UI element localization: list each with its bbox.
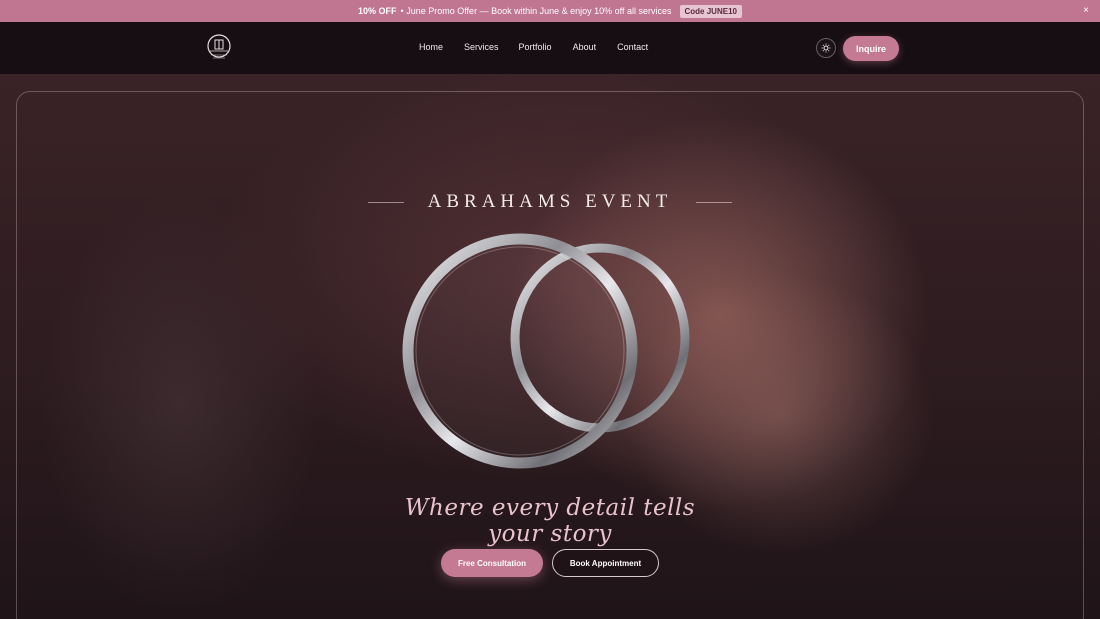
close-icon[interactable]: × — [1083, 5, 1089, 16]
promo-bar: 10% OFF • June Promo Offer — Book within… — [0, 0, 1100, 22]
hero-heading: ABRAHAMS EVENT — [368, 191, 732, 213]
promo-code-badge: Code JUNE10 — [679, 4, 742, 18]
nav-services[interactable]: Services — [464, 42, 499, 52]
promo-text: • June Promo Offer — Book within June & … — [400, 6, 672, 16]
nav-links: Home Services Portfolio About Contact — [419, 42, 648, 52]
nav-portfolio[interactable]: Portfolio — [519, 42, 552, 52]
sun-icon — [821, 43, 831, 53]
logo-icon[interactable] — [204, 34, 234, 62]
nav-contact[interactable]: Contact — [617, 42, 648, 52]
theme-toggle-button[interactable] — [816, 38, 836, 58]
inquire-button[interactable]: Inquire — [843, 36, 899, 61]
nav-about[interactable]: About — [573, 42, 597, 52]
navbar: Home Services Portfolio About Contact In… — [0, 22, 1100, 74]
heading-divider-right — [695, 201, 732, 203]
wedding-rings-image — [402, 233, 690, 469]
hero-title: ABRAHAMS EVENT — [427, 191, 673, 212]
free-consultation-button[interactable]: Free Consultation — [441, 549, 543, 577]
heading-divider-left — [368, 201, 404, 203]
nav-home[interactable]: Home — [419, 42, 443, 52]
book-appointment-button[interactable]: Book Appointment — [552, 549, 659, 577]
promo-discount: 10% OFF — [358, 6, 397, 16]
hero-tagline: Where every detail tells your story — [404, 495, 696, 547]
